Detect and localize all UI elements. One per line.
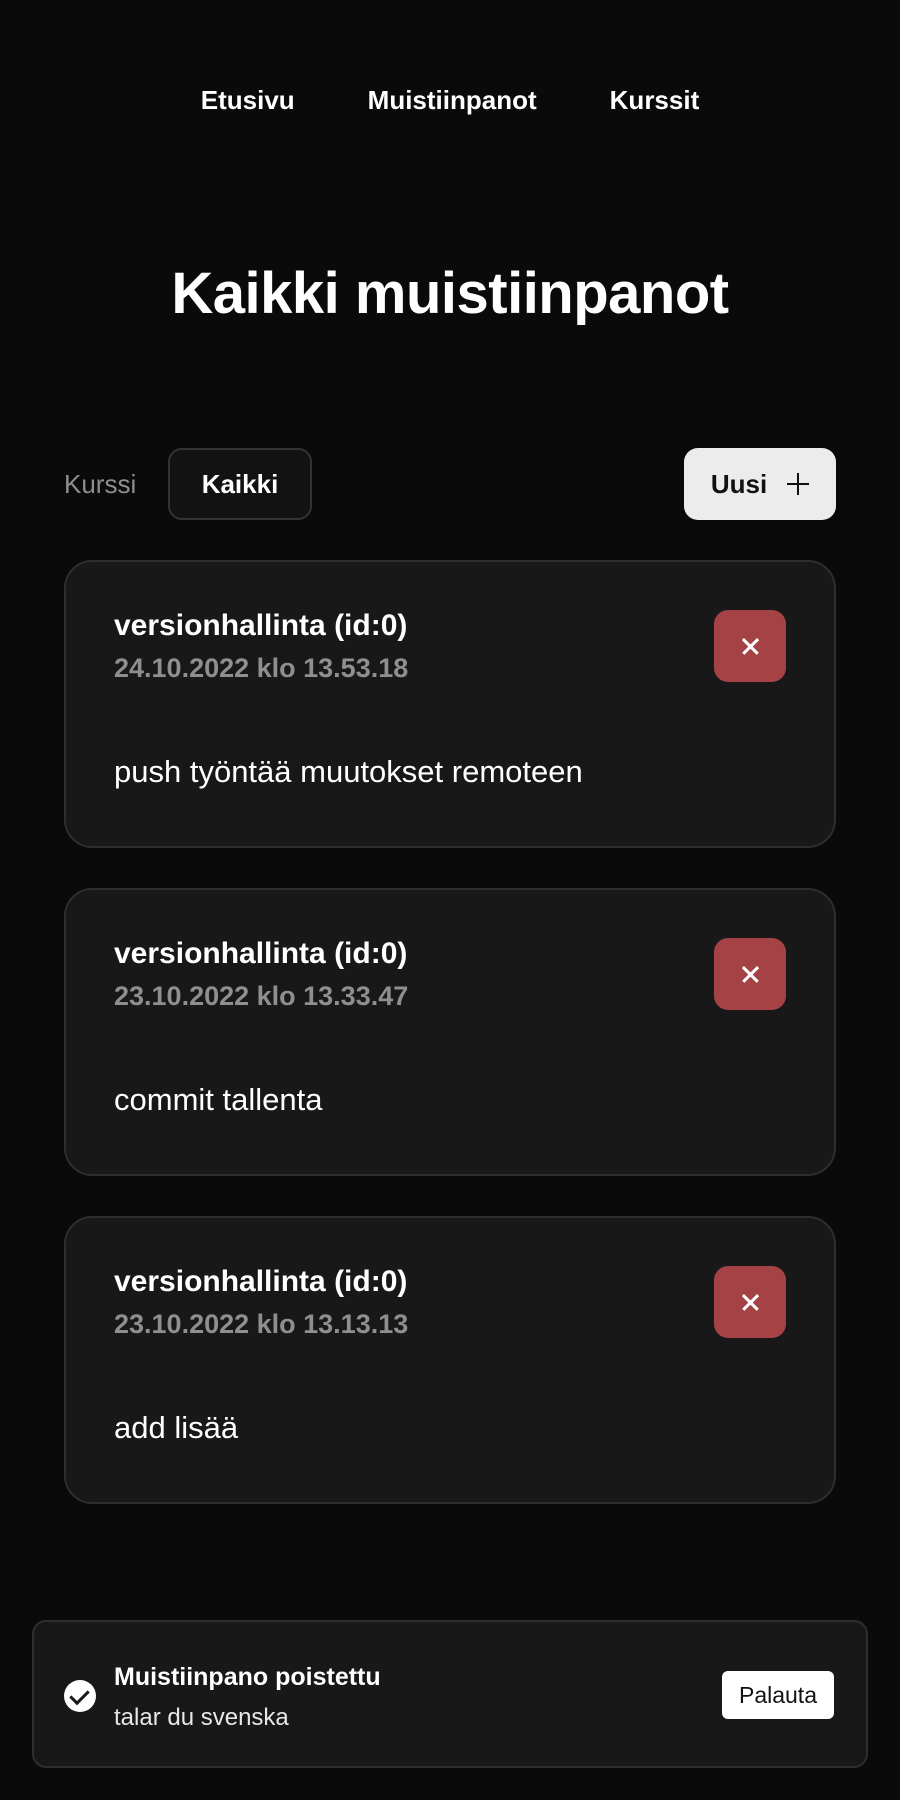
page-title: Kaikki muistiinpanot: [171, 261, 729, 326]
note-title: versionhallinta (id:0): [114, 937, 408, 970]
plus-icon: [787, 473, 810, 495]
toast-title: Muistiinpano poistettu: [114, 1663, 381, 1691]
new-note-label: Uusi: [710, 468, 768, 499]
note-date: 24.10.2022 klo 13.53.18: [114, 653, 409, 683]
note-title: versionhallinta (id:0): [114, 1265, 408, 1298]
nav-link-etusivu[interactable]: Etusivu: [201, 82, 295, 118]
nav-link-kurssit[interactable]: Kurssit: [610, 82, 700, 118]
delete-note-button[interactable]: [714, 938, 786, 1010]
toolbar: Kurssi Kaikki Uusi: [64, 448, 836, 520]
note-body: commit tallenta: [114, 1082, 323, 1117]
toast-notification: Muistiinpano poistettu talar du svenska …: [32, 1620, 868, 1768]
delete-note-button[interactable]: [714, 610, 786, 682]
close-icon: [714, 1266, 786, 1338]
toast-subtitle: talar du svenska: [114, 1704, 289, 1731]
note-card: versionhallinta (id:0) 24.10.2022 klo 13…: [64, 560, 836, 848]
close-icon: [714, 938, 786, 1010]
close-icon: [714, 610, 786, 682]
note-date: 23.10.2022 klo 13.13.13: [114, 1309, 409, 1339]
course-filter-label: Kurssi: [64, 469, 137, 499]
course-filter-select[interactable]: Kaikki: [168, 448, 312, 520]
note-date: 23.10.2022 klo 13.33.47: [114, 981, 409, 1011]
nav-link-muistiinpanot[interactable]: Muistiinpanot: [368, 82, 537, 118]
note-body: push työntää muutokset remoteen: [114, 754, 583, 789]
main-nav: Etusivu Muistiinpanot Kurssit: [0, 82, 900, 118]
note-card: versionhallinta (id:0) 23.10.2022 klo 13…: [64, 888, 836, 1176]
new-note-button[interactable]: Uusi: [684, 448, 836, 520]
note-title: versionhallinta (id:0): [114, 609, 408, 642]
undo-button[interactable]: Palauta: [722, 1671, 834, 1719]
note-card: versionhallinta (id:0) 23.10.2022 klo 13…: [64, 1216, 836, 1504]
delete-note-button[interactable]: [714, 1266, 786, 1338]
note-body: add lisää: [114, 1410, 239, 1445]
check-circle-icon: [64, 1680, 96, 1712]
